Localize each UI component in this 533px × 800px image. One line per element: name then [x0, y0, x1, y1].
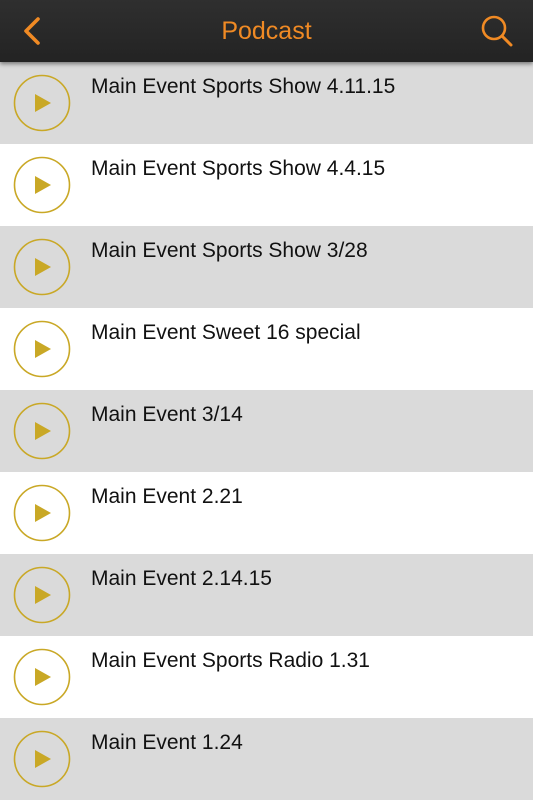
- list-item[interactable]: Main Event 2.14.15: [0, 554, 533, 636]
- list-item[interactable]: Main Event Sports Radio 1.31: [0, 636, 533, 718]
- play-button[interactable]: [13, 484, 71, 542]
- page-title: Podcast: [221, 17, 312, 45]
- episode-title: Main Event Sports Show 4.4.15: [91, 157, 386, 180]
- play-icon: [13, 74, 71, 132]
- play-button[interactable]: [13, 74, 71, 132]
- play-button[interactable]: [13, 156, 71, 214]
- play-button[interactable]: [13, 730, 71, 788]
- list-item[interactable]: Main Event 1.24: [0, 718, 533, 800]
- play-button[interactable]: [13, 648, 71, 706]
- play-icon: [13, 484, 71, 542]
- episode-title: Main Event Sports Radio 1.31: [91, 649, 370, 672]
- play-icon: [13, 156, 71, 214]
- back-button[interactable]: [14, 12, 54, 50]
- list-item[interactable]: Main Event Sports Show 4.11.15: [0, 62, 533, 144]
- play-icon: [13, 730, 71, 788]
- episode-title: Main Event 2.14.15: [91, 567, 272, 590]
- list-item[interactable]: Main Event Sports Show 3/28: [0, 226, 533, 308]
- play-icon: [13, 238, 71, 296]
- list-item[interactable]: Main Event Sports Show 4.4.15: [0, 144, 533, 226]
- search-icon: [481, 15, 513, 47]
- play-icon: [13, 648, 71, 706]
- search-button[interactable]: [477, 12, 517, 50]
- episode-title: Main Event Sweet 16 special: [91, 321, 361, 344]
- list-item[interactable]: Main Event 3/14: [0, 390, 533, 472]
- list-item[interactable]: Main Event Sweet 16 special: [0, 308, 533, 390]
- episode-title: Main Event 1.24: [91, 731, 243, 754]
- episode-title: Main Event Sports Show 3/28: [91, 239, 368, 262]
- episode-title: Main Event 3/14: [91, 403, 243, 426]
- episode-title: Main Event 2.21: [91, 485, 243, 508]
- play-button[interactable]: [13, 566, 71, 624]
- list-item[interactable]: Main Event 2.21: [0, 472, 533, 554]
- play-button[interactable]: [13, 320, 71, 378]
- chevron-left-icon: [24, 17, 40, 45]
- play-icon: [13, 402, 71, 460]
- episode-title: Main Event Sports Show 4.11.15: [91, 75, 396, 98]
- play-icon: [13, 566, 71, 624]
- play-button[interactable]: [13, 402, 71, 460]
- podcast-list: Main Event Sports Show 4.11.15 Main Even…: [0, 62, 533, 800]
- top-nav-bar: Podcast: [0, 0, 533, 62]
- play-icon: [13, 320, 71, 378]
- play-button[interactable]: [13, 238, 71, 296]
